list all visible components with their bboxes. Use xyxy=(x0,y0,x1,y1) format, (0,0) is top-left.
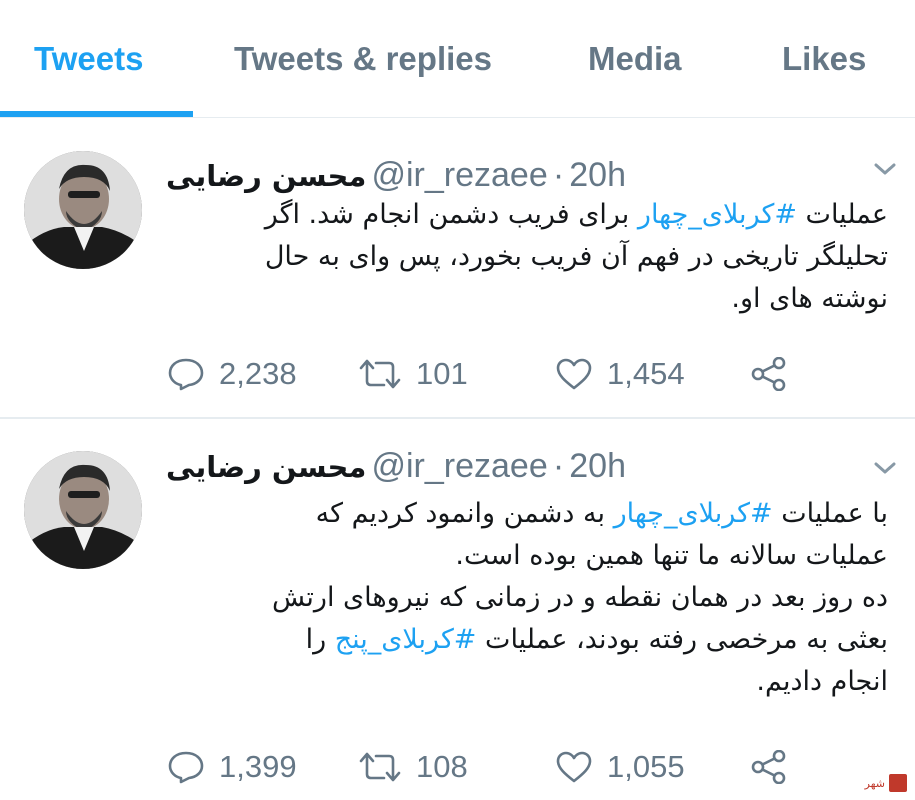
tweet-line: انجام دادیم. xyxy=(756,666,888,697)
tweet-line: با عملیات #کربلای_چهار به دشمن وانمود کر… xyxy=(158,493,888,535)
reply-icon xyxy=(168,358,204,391)
reply-button[interactable]: 2,238 xyxy=(167,356,297,392)
text-span: عملیات xyxy=(796,199,888,230)
chevron-down-icon[interactable] xyxy=(870,160,900,180)
author-name[interactable]: محسن رضایی xyxy=(166,159,366,193)
tweet-header: محسن رضایی @ir_rezaee · 20h xyxy=(166,447,626,486)
like-button[interactable]: 1,454 xyxy=(555,356,685,392)
active-tab-indicator xyxy=(0,111,193,117)
retweet-count: 108 xyxy=(416,749,468,784)
tweet-text: عملیات #کربلای_چهار برای فریب دشمن انجام… xyxy=(158,194,888,320)
tweet-header: محسن رضایی @ir_rezaee · 20h xyxy=(166,156,626,195)
reply-count: 2,238 xyxy=(219,356,297,391)
tweet-line: ده روز بعد در همان نقطه و در زمانی که نی… xyxy=(271,582,888,613)
like-count: 1,055 xyxy=(607,749,685,784)
hashtag-link[interactable]: #کربلای_پنج xyxy=(335,624,477,655)
text-span: به دشمن وانمود کردیم که xyxy=(315,498,614,529)
hashtag-link[interactable]: #کربلای_چهار xyxy=(614,498,773,529)
tweet-line: تحلیلگر تاریخی در فهم آن فریب بخورد، پس … xyxy=(264,241,888,272)
retweet-icon xyxy=(359,752,401,782)
profile-tabs: Tweets Tweets & replies Media Likes xyxy=(0,0,915,118)
text-span: با عملیات xyxy=(772,498,888,529)
tab-likes[interactable]: Likes xyxy=(782,40,866,78)
like-button[interactable]: 1,055 xyxy=(555,749,685,785)
tweet-text: با عملیات #کربلای_چهار به دشمن وانمود کر… xyxy=(158,493,888,703)
separator-dot: · xyxy=(552,156,565,194)
reply-icon xyxy=(168,751,204,784)
share-icon xyxy=(751,749,786,785)
tab-tweets[interactable]: Tweets xyxy=(34,40,143,78)
watermark-badge xyxy=(889,774,907,792)
retweet-button[interactable]: 108 xyxy=(358,749,468,785)
tweet-line: عملیات #کربلای_چهار برای فریب دشمن انجام… xyxy=(158,194,888,236)
text-span: بعثی به مرخصی رفته بودند، عملیات xyxy=(476,624,888,655)
avatar[interactable] xyxy=(24,451,142,569)
reply-count: 1,399 xyxy=(219,749,297,784)
tweet[interactable]: محسن رضایی @ir_rezaee · 20h با عملیات #ک… xyxy=(0,419,915,800)
reply-button[interactable]: 1,399 xyxy=(167,749,297,785)
tweet-timestamp[interactable]: 20h xyxy=(569,156,626,194)
like-icon xyxy=(556,751,592,783)
author-name[interactable]: محسن رضایی xyxy=(166,450,366,484)
author-handle[interactable]: @ir_rezaee xyxy=(371,447,547,485)
separator-dot: · xyxy=(552,447,565,485)
share-button[interactable] xyxy=(750,749,788,788)
share-icon xyxy=(751,356,786,392)
like-count: 1,454 xyxy=(607,356,685,391)
like-icon xyxy=(556,358,592,390)
author-handle[interactable]: @ir_rezaee xyxy=(371,156,547,194)
tweet-line: عملیات سالانه ما تنها همین بوده است. xyxy=(455,540,888,571)
watermark-text: شهر xyxy=(864,776,885,790)
tab-media[interactable]: Media xyxy=(588,40,682,78)
tweet-line: بعثی به مرخصی رفته بودند، عملیات #کربلای… xyxy=(158,619,888,661)
retweet-icon xyxy=(359,359,401,389)
retweet-count: 101 xyxy=(416,356,468,391)
text-span: برای فریب دشمن انجام شد. اگر xyxy=(264,199,638,230)
hashtag-link[interactable]: #کربلای_چهار xyxy=(638,199,797,230)
share-button[interactable] xyxy=(750,356,788,395)
tab-tweets-and-replies[interactable]: Tweets & replies xyxy=(234,40,492,78)
watermark-logo: شهر xyxy=(865,774,907,792)
tweet[interactable]: محسن رضایی @ir_rezaee · 20h عملیات #کربل… xyxy=(0,118,915,418)
text-span: را xyxy=(305,624,335,655)
avatar[interactable] xyxy=(24,151,142,269)
retweet-button[interactable]: 101 xyxy=(358,356,468,392)
tweet-line: نوشته های او. xyxy=(731,283,888,314)
chevron-down-icon[interactable] xyxy=(870,459,900,479)
tweet-timestamp[interactable]: 20h xyxy=(569,447,626,485)
